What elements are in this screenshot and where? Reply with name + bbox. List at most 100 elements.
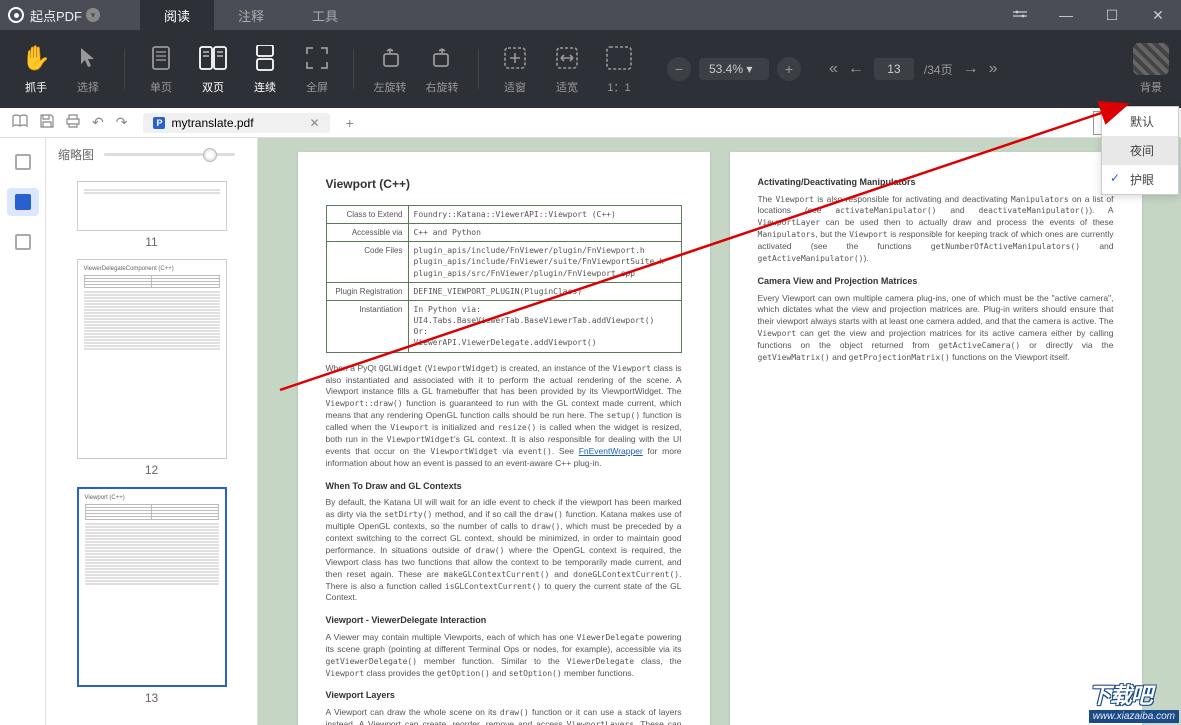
body-text: The Viewport is also responsible for act… xyxy=(758,194,1114,265)
thumb-label: 12 xyxy=(76,463,227,477)
subheading: Viewport - ViewerDelegate Interaction xyxy=(326,614,682,627)
background-button[interactable]: 背景 xyxy=(1133,43,1169,95)
double-page-icon xyxy=(199,43,227,73)
tab-read[interactable]: 阅读 xyxy=(140,0,214,30)
close-tab-icon[interactable]: ✕ xyxy=(310,116,320,130)
watermark-text: 下载吧 xyxy=(1089,678,1179,710)
tab-annotate[interactable]: 注释 xyxy=(214,0,288,30)
watermark: 下载吧 www.xiazaiba.com xyxy=(1089,678,1179,723)
fullscreen-tool[interactable]: 全屏 xyxy=(293,35,341,103)
rail-bookmarks-button[interactable] xyxy=(7,228,39,256)
zoom-value[interactable]: 53.4% ▾ xyxy=(699,58,769,80)
main-toolbar: ✋抓手 选择 单页 双页 连续 全屏 左旋转 右旋转 适窗 适宽 1：1 − 5… xyxy=(0,30,1181,108)
single-page-tool[interactable]: 单页 xyxy=(137,35,185,103)
body-text: Every Viewport can own multiple camera p… xyxy=(758,293,1114,364)
rotate-left-tool[interactable]: 左旋转 xyxy=(366,35,414,103)
zoom-out-button[interactable]: − xyxy=(667,57,691,81)
zoom-controls: − 53.4% ▾ + xyxy=(667,57,801,81)
page-right: Activating/Deactivating Manipulators The… xyxy=(730,152,1142,725)
thumbnail-13[interactable]: Viewport (C++) xyxy=(77,487,227,687)
rail-thumbnails-button[interactable] xyxy=(7,188,39,216)
main-area: 缩略图 11 ViewerDelegateComponent (C++) 12 … xyxy=(0,138,1181,725)
watermark-url: www.xiazaiba.com xyxy=(1089,710,1179,723)
body-text: A Viewer may contain multiple Viewports,… xyxy=(326,632,682,680)
subheading: Activating/Deactivating Manipulators xyxy=(758,176,1114,189)
bg-night-option[interactable]: 夜间 xyxy=(1102,136,1178,165)
separator xyxy=(478,49,479,89)
window-controls: — ☐ ✕ xyxy=(1005,0,1173,30)
subheading: When To Draw and GL Contexts xyxy=(326,480,682,493)
separator xyxy=(353,49,354,89)
close-button[interactable]: ✕ xyxy=(1143,0,1173,30)
app-logo-icon xyxy=(8,7,24,23)
tab-tools[interactable]: 工具 xyxy=(288,0,362,30)
one-to-one-icon xyxy=(606,43,632,73)
thumbnail-12[interactable]: ViewerDelegateComponent (C++) xyxy=(77,259,227,459)
redo-icon[interactable]: ↷ xyxy=(112,114,132,131)
first-page-button[interactable]: « xyxy=(829,60,838,78)
thumbnails-list[interactable]: 11 ViewerDelegateComponent (C++) 12 View… xyxy=(46,171,257,725)
page-spread: Viewport (C++) Class to ExtendFoundry::K… xyxy=(272,152,1167,725)
body-text: A Viewport can draw the whole scene on i… xyxy=(326,707,682,725)
separator xyxy=(124,49,125,89)
fit-width-tool[interactable]: 适宽 xyxy=(543,35,591,103)
fit-window-icon xyxy=(503,43,527,73)
continuous-tool[interactable]: 连续 xyxy=(241,35,289,103)
check-icon: ✓ xyxy=(1110,171,1120,185)
section-heading: Viewport (C++) xyxy=(326,176,682,193)
single-page-icon xyxy=(150,43,172,73)
new-tab-button[interactable]: + xyxy=(342,115,358,131)
zoom-in-button[interactable]: + xyxy=(777,57,801,81)
left-rail xyxy=(0,138,46,725)
mode-tabs: 阅读 注释 工具 xyxy=(140,0,362,30)
body-text: When a PyQt QGLWidget (ViewportWidget) i… xyxy=(326,363,682,470)
fullscreen-icon xyxy=(306,43,328,73)
slider-handle-icon[interactable] xyxy=(203,148,217,162)
title-dropdown-icon[interactable]: ▾ xyxy=(86,8,100,22)
select-tool[interactable]: 选择 xyxy=(64,35,112,103)
page-left: Viewport (C++) Class to ExtendFoundry::K… xyxy=(298,152,710,725)
rotate-right-tool[interactable]: 右旋转 xyxy=(418,35,466,103)
thumbnail-11[interactable] xyxy=(77,181,227,231)
subheading: Viewport Layers xyxy=(326,689,682,702)
double-page-tool[interactable]: 双页 xyxy=(189,35,237,103)
background-menu: 默认 夜间 ✓护眼 xyxy=(1101,106,1179,195)
pdf-badge-icon: P xyxy=(153,117,165,129)
thumb-label: 11 xyxy=(76,235,227,249)
thumb-size-slider[interactable] xyxy=(104,153,235,156)
print-icon[interactable] xyxy=(62,114,84,131)
save-icon[interactable] xyxy=(36,114,58,131)
maximize-button[interactable]: ☐ xyxy=(1097,0,1127,30)
undo-icon[interactable]: ↶ xyxy=(88,114,108,131)
continuous-icon xyxy=(254,43,276,73)
thumbnails-panel: 缩略图 11 ViewerDelegateComponent (C++) 12 … xyxy=(46,138,258,725)
prev-page-button[interactable]: ← xyxy=(848,60,864,78)
fit-width-icon xyxy=(555,43,579,73)
bg-eye-option[interactable]: ✓护眼 xyxy=(1102,165,1178,194)
hand-icon: ✋ xyxy=(21,43,51,73)
page-number-input[interactable] xyxy=(874,58,914,80)
bg-default-option[interactable]: 默认 xyxy=(1102,107,1178,136)
file-tab[interactable]: P mytranslate.pdf ✕ xyxy=(143,113,329,133)
actual-size-tool[interactable]: 1：1 xyxy=(595,35,643,103)
next-page-button[interactable]: → xyxy=(963,60,979,78)
title-bar: 起点PDF ▾ 阅读 注释 工具 — ☐ ✕ xyxy=(0,0,1181,30)
minimize-button[interactable]: — xyxy=(1051,0,1081,30)
thumbnails-header: 缩略图 xyxy=(46,138,257,171)
rotate-left-icon xyxy=(378,43,402,73)
body-text: By default, the Katana UI will wait for … xyxy=(326,497,682,604)
rotate-right-icon xyxy=(430,43,454,73)
settings-icon[interactable] xyxy=(1005,0,1035,30)
fit-window-tool[interactable]: 适窗 xyxy=(491,35,539,103)
page-navigation: « ← /34页 → » xyxy=(829,58,998,80)
last-page-button[interactable]: » xyxy=(989,60,998,78)
hand-tool[interactable]: ✋抓手 xyxy=(12,35,60,103)
book-icon[interactable] xyxy=(8,114,32,131)
pdf-viewer[interactable]: Viewport (C++) Class to ExtendFoundry::K… xyxy=(258,138,1181,725)
file-tabbar: ↶ ↷ P mytranslate.pdf ✕ + 查找文 xyxy=(0,108,1181,138)
subheading: Camera View and Projection Matrices xyxy=(758,275,1114,288)
thumb-label: 13 xyxy=(76,691,227,705)
file-name: mytranslate.pdf xyxy=(171,116,253,130)
background-icon xyxy=(1133,43,1169,75)
rail-outline-button[interactable] xyxy=(7,148,39,176)
